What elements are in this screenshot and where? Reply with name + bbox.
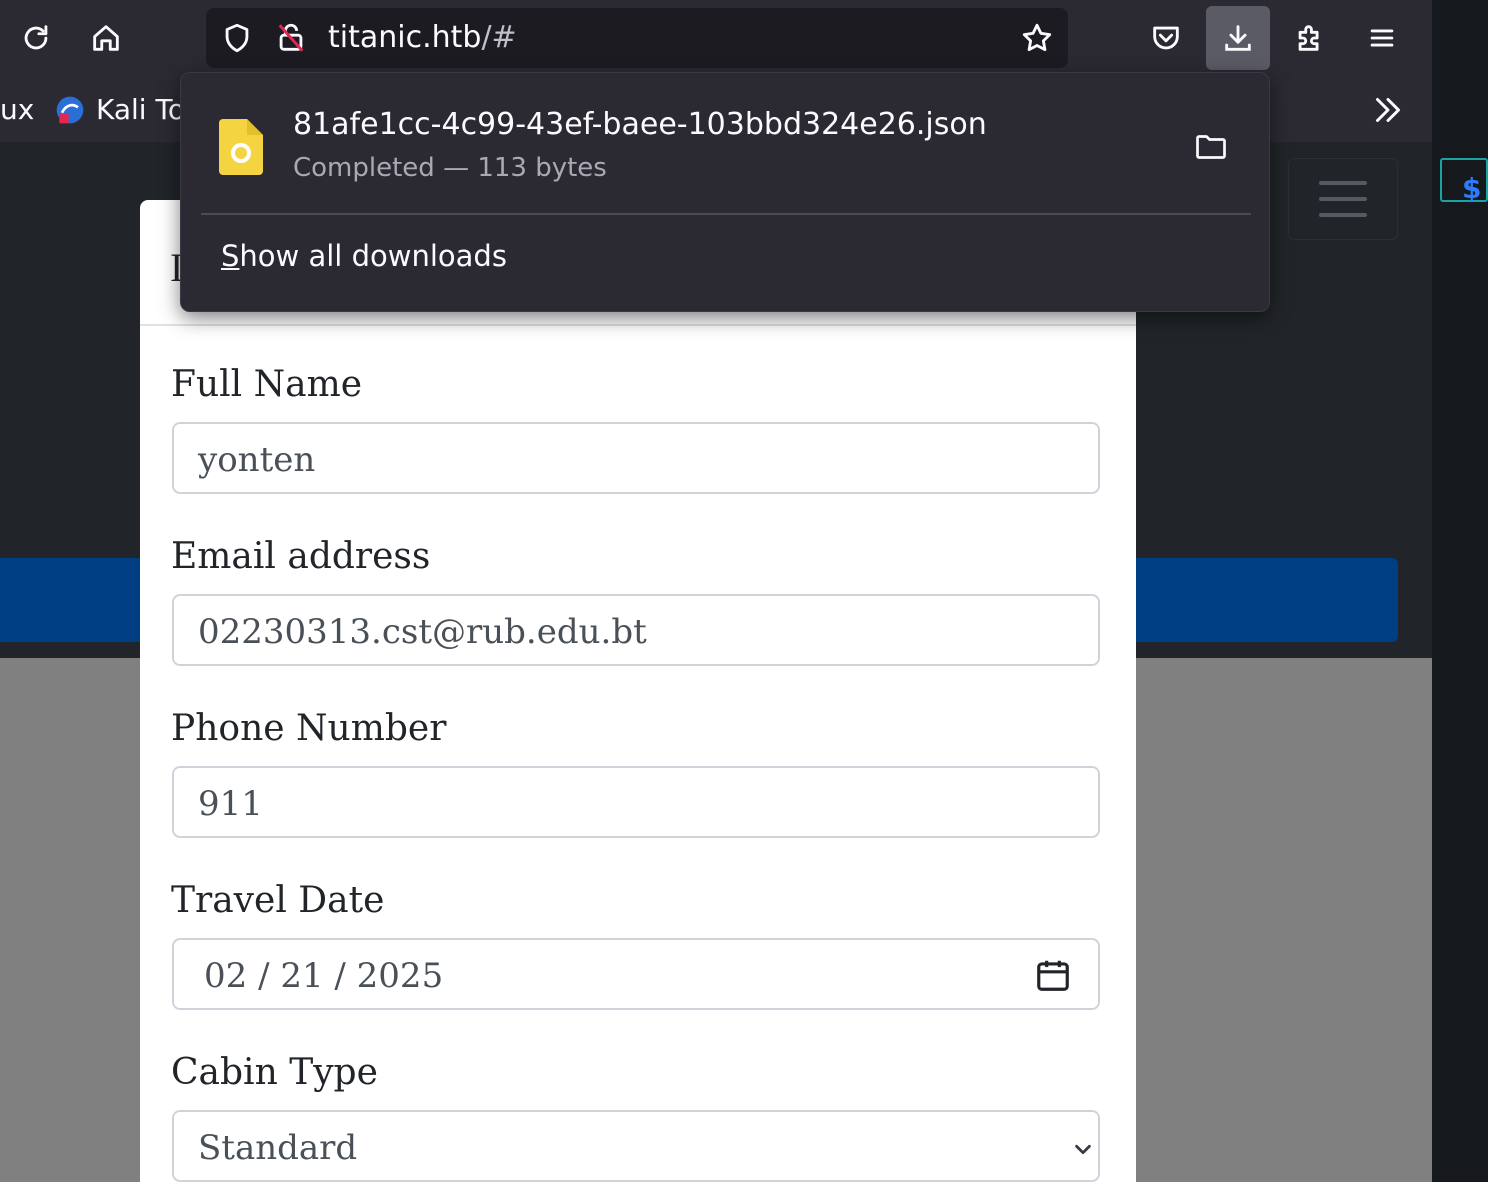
desktop-sidebar: $	[1432, 0, 1488, 1182]
phone-value: 911	[198, 784, 263, 824]
app-menu-button[interactable]	[1352, 8, 1412, 68]
downloads-button[interactable]	[1206, 6, 1270, 70]
show-all-label-rest: how all downloads	[239, 239, 507, 273]
url-host: titanic.htb	[328, 20, 482, 55]
booking-modal: I Full Name yonten Email address 0223031…	[140, 200, 1136, 1182]
insecure-lock-icon[interactable]	[274, 21, 308, 55]
url-text[interactable]: titanic.htb/#	[328, 8, 517, 68]
toggler-bar	[1319, 181, 1367, 185]
bookmark-star-icon[interactable]	[1020, 21, 1054, 55]
full-name-label: Full Name	[171, 364, 363, 405]
bookmark-item[interactable]: ux	[0, 78, 34, 142]
home-icon	[93, 25, 119, 51]
download-status: Completed — 113 bytes	[293, 153, 607, 183]
travel-date-input[interactable]: 02 / 21 / 2025	[172, 938, 1100, 1010]
email-label: Email address	[171, 536, 431, 577]
puzzle-icon	[1298, 25, 1319, 51]
home-button[interactable]	[76, 8, 136, 68]
show-all-downloads-button[interactable]: Show all downloads	[221, 239, 507, 273]
url-bar[interactable]: titanic.htb/#	[206, 8, 1068, 68]
download-filename[interactable]: 81afe1cc-4c99-43ef-baee-103bbd324e26.jso…	[293, 107, 987, 142]
shield-icon[interactable]	[220, 21, 254, 55]
full-name-input[interactable]: yonten	[172, 422, 1100, 494]
travel-date-label: Travel Date	[171, 880, 385, 921]
extensions-button[interactable]	[1280, 8, 1340, 68]
reload-button[interactable]	[6, 8, 66, 68]
kali-dragon-icon	[56, 96, 84, 124]
toggler-bar	[1319, 213, 1367, 217]
calendar-icon[interactable]	[1034, 956, 1072, 994]
folder-icon[interactable]	[1193, 129, 1229, 165]
phone-input[interactable]: 911	[172, 766, 1100, 838]
url-path: /#	[481, 20, 517, 55]
downloads-panel: 81afe1cc-4c99-43ef-baee-103bbd324e26.jso…	[180, 72, 1270, 312]
toggler-bar	[1319, 197, 1367, 201]
cabin-type-label: Cabin Type	[171, 1052, 378, 1093]
chevron-double-right-icon[interactable]	[1370, 92, 1406, 128]
phone-label: Phone Number	[171, 708, 447, 749]
json-file-icon	[219, 119, 263, 175]
reload-icon	[24, 25, 48, 50]
chevron-down-icon	[1075, 1144, 1091, 1155]
cabin-type-select[interactable]: Standard	[172, 1110, 1100, 1182]
panel-divider	[201, 213, 1251, 215]
hamburger-menu-icon	[1370, 29, 1394, 47]
full-name-value: yonten	[198, 440, 316, 480]
bookmark-item[interactable]: Kali To	[96, 78, 185, 142]
terminal-prompt-icon: $	[1462, 172, 1482, 205]
access-key: S	[221, 239, 240, 273]
travel-date-value: 02 / 21 / 2025	[204, 956, 444, 996]
navbar-toggler[interactable]	[1288, 158, 1398, 240]
cabin-type-value: Standard	[198, 1128, 358, 1168]
pocket-icon	[1153, 26, 1179, 50]
email-value: 02230313.cst@rub.edu.bt	[198, 612, 647, 652]
browser-toolbar: titanic.htb/#	[0, 0, 1432, 78]
download-icon	[1225, 25, 1251, 51]
email-input[interactable]: 02230313.cst@rub.edu.bt	[172, 594, 1100, 666]
pocket-button[interactable]	[1136, 8, 1196, 68]
